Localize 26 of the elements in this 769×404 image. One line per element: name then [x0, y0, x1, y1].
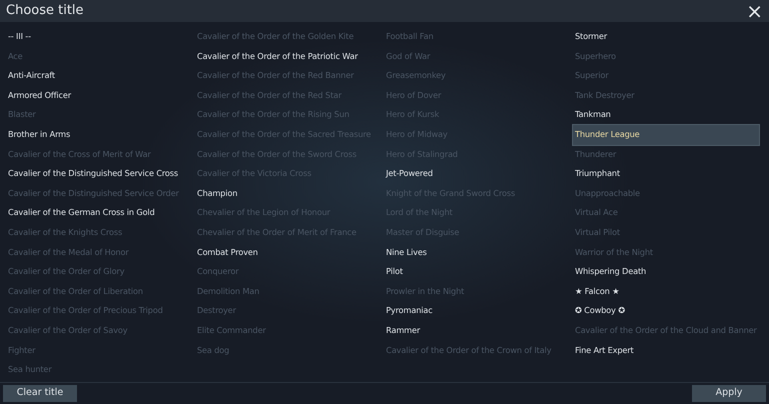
- title-option[interactable]: Pilot: [384, 262, 570, 282]
- close-button[interactable]: ×: [746, 1, 763, 21]
- title-option[interactable]: ★ Falcon ★: [573, 282, 759, 302]
- title-option[interactable]: Pyromaniac: [384, 301, 570, 321]
- title-option[interactable]: Fine Art Expert: [573, 340, 759, 360]
- title-option[interactable]: -- III --: [6, 27, 192, 47]
- clear-title-button[interactable]: Clear title: [3, 385, 77, 402]
- title-option[interactable]: Cavalier of the German Cross in Gold: [6, 203, 192, 223]
- apply-button[interactable]: Apply: [692, 385, 766, 402]
- title-option[interactable]: ✪ Cowboy ✪: [573, 301, 759, 321]
- title-option[interactable]: Combat Proven: [195, 242, 381, 262]
- title-option[interactable]: Triumphant: [573, 164, 759, 184]
- title-option[interactable]: Anti-Aircraft: [6, 66, 192, 86]
- title-option[interactable]: Brother in Arms: [6, 124, 192, 145]
- title-option[interactable]: Armored Officer: [6, 86, 192, 106]
- title-option[interactable]: Champion: [195, 184, 381, 204]
- title-option[interactable]: Cavalier of the Distinguished Service Cross: [6, 164, 192, 184]
- title-option[interactable]: Whispering Death: [573, 262, 759, 282]
- title-option[interactable]: Jet-Powered: [384, 164, 570, 184]
- title-option[interactable]: Rammer: [384, 320, 570, 340]
- title-option[interactable]: Cavalier of the Order of the Patriotic War: [195, 46, 381, 66]
- title-option[interactable]: Stormer: [573, 27, 759, 47]
- window-title: Choose title: [6, 2, 84, 20]
- title-option[interactable]: Tankman: [573, 105, 759, 125]
- title-option[interactable]: Nine Lives: [384, 242, 570, 262]
- title-option[interactable]: Thunder League: [573, 124, 759, 145]
